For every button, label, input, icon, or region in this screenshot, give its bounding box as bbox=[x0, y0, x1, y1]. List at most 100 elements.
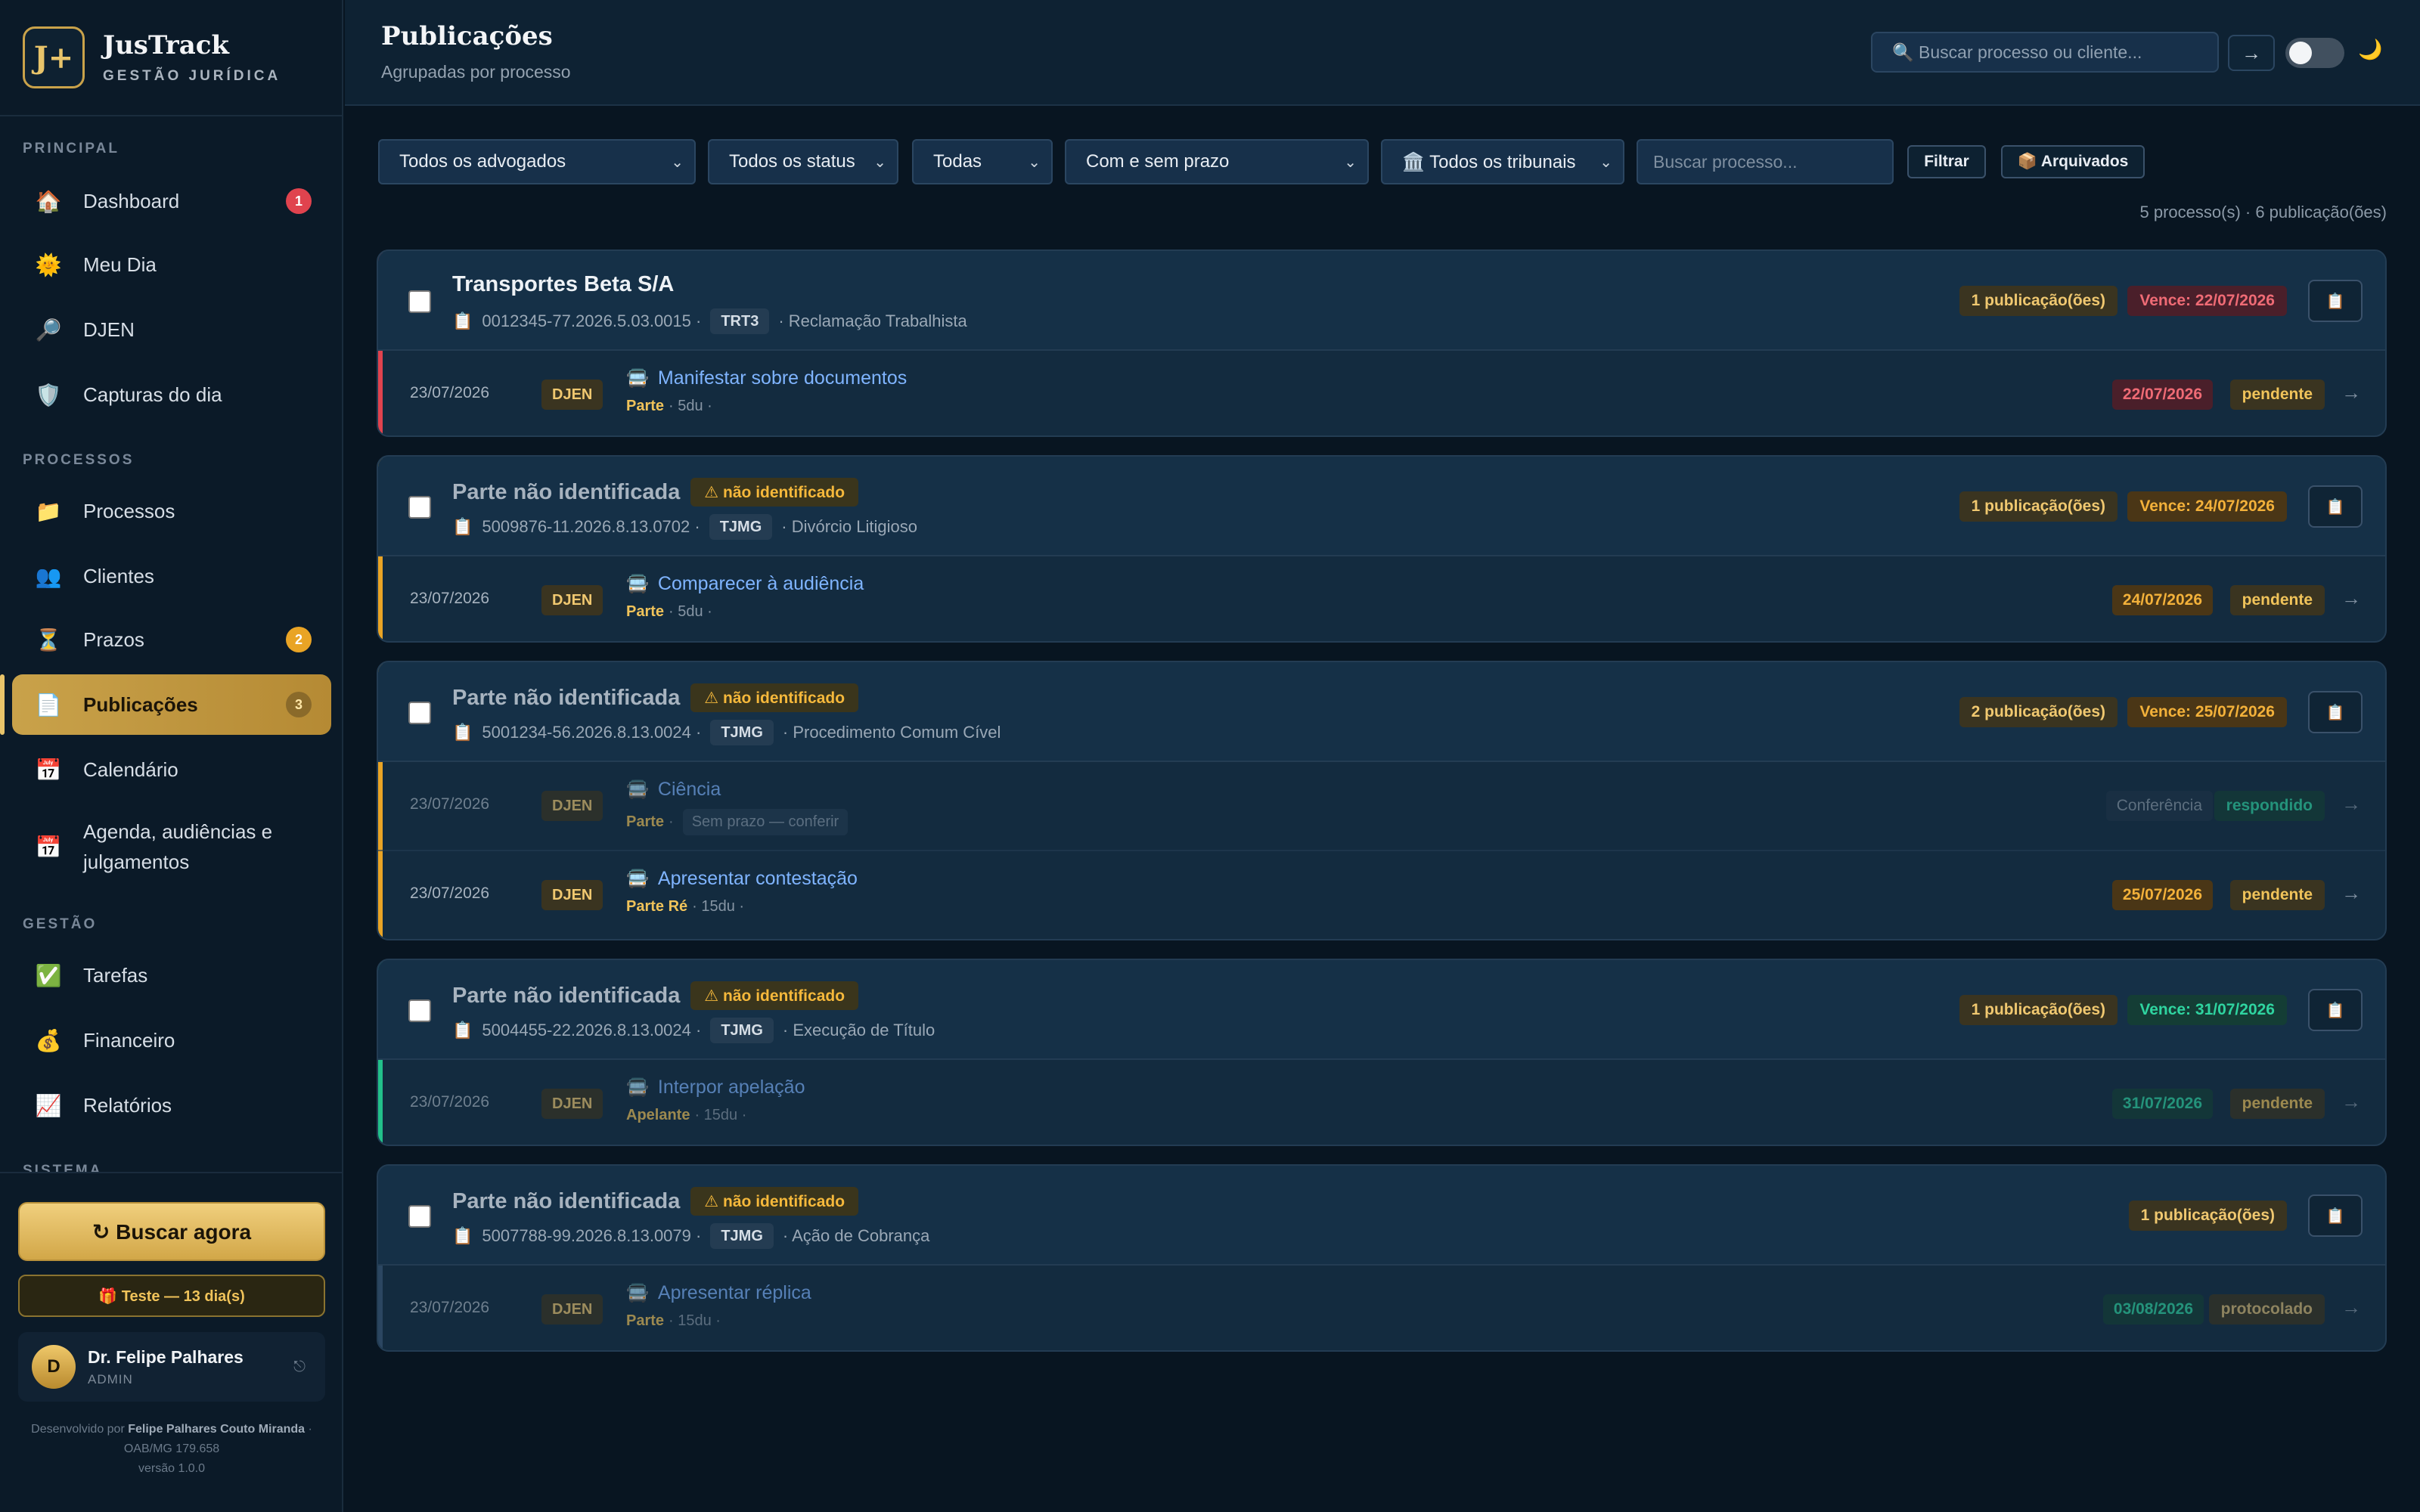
process-number[interactable]: 5001234-56.2026.8.13.0024 · bbox=[482, 723, 701, 742]
arrow-right-icon[interactable]: → bbox=[2341, 1090, 2361, 1114]
clipboard-button[interactable]: 📋 bbox=[2308, 280, 2363, 322]
action-label: Manifestar sobre documentos bbox=[657, 367, 908, 389]
tipo-select[interactable]: Todas ⌄ bbox=[912, 139, 1053, 184]
arrow-right-icon[interactable]: → bbox=[2341, 792, 2361, 816]
notification-badge: 3 bbox=[286, 692, 312, 717]
select-checkbox[interactable] bbox=[408, 496, 431, 519]
process-number[interactable]: 5007788-99.2026.8.13.0079 · bbox=[482, 1226, 701, 1246]
global-search-input[interactable]: 🔍 Buscar processo ou cliente... bbox=[1871, 32, 2219, 73]
sidebar-item-processos[interactable]: 📁 Processos bbox=[12, 481, 331, 541]
bus-icon: 🚍 bbox=[626, 368, 649, 389]
source-badge: DJEN bbox=[541, 585, 603, 615]
action-link[interactable]: 🚍 Ciência bbox=[626, 779, 721, 801]
role-label: Apelante bbox=[626, 1107, 690, 1123]
source-badge: DJEN bbox=[541, 1089, 603, 1119]
conference-badge: Conferência bbox=[2105, 791, 2213, 821]
publication-count-badge: 2 publicação(ões) bbox=[1959, 697, 2118, 727]
arrow-right-icon[interactable]: → bbox=[2341, 587, 2361, 610]
chevron-down-icon: ⌄ bbox=[873, 153, 886, 171]
sidebar-item-publicacoes[interactable]: 📄 Publicações 3 bbox=[0, 674, 331, 735]
action-link[interactable]: 🚍 Apresentar contestação bbox=[626, 868, 858, 890]
deadline-days: · 15du · bbox=[692, 898, 745, 915]
publication-date: 23/07/2026 bbox=[410, 885, 490, 902]
publication-row[interactable]: 23/07/2026 DJEN 🚍 Apresentar réplica Part… bbox=[378, 1266, 2385, 1350]
publication-count-badge: 1 publicação(ões) bbox=[1959, 995, 2118, 1025]
publication-row[interactable]: 23/07/2026 DJEN 🚍 Interpor apelação Apela… bbox=[378, 1060, 2385, 1145]
sidebar-item-agenda[interactable]: 📅 Agenda, audiências e julgamentos bbox=[12, 815, 331, 878]
search-go-button[interactable]: → bbox=[2228, 35, 2275, 71]
arrow-right-icon[interactable]: → bbox=[2341, 1296, 2361, 1319]
prazo-select[interactable]: Com e sem prazo ⌄ bbox=[1065, 139, 1369, 184]
buscar-agora-button[interactable]: ↻ Buscar agora bbox=[18, 1202, 325, 1261]
process-number[interactable]: 5004455-22.2026.8.13.0024 · bbox=[482, 1021, 701, 1040]
sidebar-item-label: Capturas do dia bbox=[83, 383, 222, 406]
notification-badge: 2 bbox=[286, 627, 312, 652]
filtrar-button[interactable]: Filtrar bbox=[1907, 145, 1986, 178]
magnifier-icon: 🔎 bbox=[35, 318, 62, 342]
action-label: Apresentar réplica bbox=[657, 1282, 811, 1303]
due-date-badge: 31/07/2026 bbox=[2111, 1089, 2213, 1119]
process-type: · Reclamação Trabalhista bbox=[778, 311, 967, 330]
advogado-select[interactable]: Todos os advogados ⌄ bbox=[378, 139, 696, 184]
tribunal-badge: TJMG bbox=[710, 720, 774, 745]
arrow-right-icon[interactable]: → bbox=[2341, 881, 2361, 905]
user-name: Dr. Felipe Palhares bbox=[88, 1346, 244, 1367]
sidebar-item-prazos[interactable]: ⏳ Prazos 2 bbox=[12, 609, 331, 670]
tribunal-select[interactable]: 🏛️ Todos os tribunais ⌄ bbox=[1381, 139, 1624, 184]
status-select[interactable]: Todos os status ⌄ bbox=[708, 139, 898, 184]
select-checkbox[interactable] bbox=[408, 999, 431, 1022]
sidebar-item-clientes[interactable]: 👥 Clientes bbox=[12, 546, 331, 606]
clipboard-button[interactable]: 📋 bbox=[2308, 691, 2363, 733]
sidebar-item-label: Prazos bbox=[83, 627, 144, 651]
sidebar-item-label: Dashboard bbox=[83, 189, 180, 212]
sidebar-item-financeiro[interactable]: 💰 Financeiro bbox=[12, 1010, 331, 1070]
process-info: 📋 0012345-77.2026.5.03.0015 · TRT3 · Reclam… bbox=[452, 308, 967, 334]
theme-toggle[interactable] bbox=[2285, 38, 2344, 68]
process-group: Parte não identificada ⚠ não identificado… bbox=[377, 1164, 2387, 1352]
sidebar-item-relatorios[interactable]: 📈 Relatórios bbox=[12, 1075, 331, 1136]
publication-row[interactable]: 23/07/2026 DJEN 🚍 Manifestar sobre docume… bbox=[378, 351, 2385, 435]
action-label: Ciência bbox=[657, 779, 721, 800]
sidebar-item-calendario[interactable]: 📅 Calendário bbox=[12, 739, 331, 800]
arrow-right-icon[interactable]: → bbox=[2341, 381, 2361, 404]
row-meta: Parte Ré · 15du · bbox=[626, 898, 744, 916]
action-link[interactable]: 🚍 Manifestar sobre documentos bbox=[626, 367, 907, 389]
select-checkbox[interactable] bbox=[408, 290, 431, 313]
brand-subtitle: GESTÃO JURÍDICA bbox=[103, 68, 281, 84]
sidebar-item-tarefas[interactable]: ✅ Tarefas bbox=[12, 945, 331, 1005]
select-value: 🏛️ Todos os tribunais bbox=[1402, 151, 1576, 172]
user-card[interactable]: D Dr. Felipe Palhares ADMIN ⎋ bbox=[18, 1332, 325, 1402]
sidebar-item-dashboard[interactable]: 🏠 Dashboard 1 bbox=[12, 171, 331, 231]
section-processos: PROCESSOS bbox=[23, 452, 135, 468]
group-header: Parte não identificada ⚠ não identificado… bbox=[378, 662, 2385, 762]
clipboard-button[interactable]: 📋 bbox=[2308, 989, 2363, 1031]
sidebar-item-djen[interactable]: 🔎 DJEN bbox=[12, 299, 331, 360]
trial-badge[interactable]: 🎁 Teste — 13 dia(s) bbox=[18, 1275, 325, 1317]
process-type: · Execução de Título bbox=[782, 1021, 935, 1040]
publication-row[interactable]: 23/07/2026 DJEN 🚍 Comparecer à audiência … bbox=[378, 556, 2385, 641]
process-number[interactable]: 0012345-77.2026.5.03.0015 · bbox=[482, 311, 701, 331]
sun-icon: 🌞 bbox=[35, 253, 62, 277]
action-link[interactable]: 🚍 Apresentar réplica bbox=[626, 1282, 811, 1304]
publication-row[interactable]: 23/07/2026 DJEN 🚍 Apresentar contestação … bbox=[378, 851, 2385, 939]
arquivados-button[interactable]: 📦 Arquivados bbox=[2001, 145, 2145, 178]
sidebar-item-meu-dia[interactable]: 🌞 Meu Dia bbox=[12, 234, 331, 295]
action-link[interactable]: 🚍 Comparecer à audiência bbox=[626, 573, 864, 595]
sidebar-item-capturas[interactable]: 🛡️ Capturas do dia bbox=[12, 364, 331, 425]
deadline-days: · 15du · bbox=[694, 1107, 747, 1123]
clipboard-icon: 📋 bbox=[452, 1021, 473, 1040]
group-header: Parte não identificada ⚠ não identificado… bbox=[378, 1166, 2385, 1266]
process-info: 📋 5009876-11.2026.8.13.0702 · TJMG · Divórc… bbox=[452, 514, 917, 540]
action-link[interactable]: 🚍 Interpor apelação bbox=[626, 1077, 805, 1098]
no-deadline-tag: Sem prazo — conferir bbox=[682, 809, 849, 835]
logout-icon[interactable]: ⎋ bbox=[293, 1359, 306, 1376]
warning-badge: ⚠ não identificado bbox=[690, 981, 859, 1010]
process-search-input[interactable]: Buscar processo... bbox=[1637, 139, 1894, 184]
select-checkbox[interactable] bbox=[408, 1205, 431, 1228]
publication-row[interactable]: 23/07/2026 DJEN 🚍 Ciência Parte · Sem prazo… bbox=[378, 762, 2385, 851]
clipboard-button[interactable]: 📋 bbox=[2308, 485, 2363, 528]
select-checkbox[interactable] bbox=[408, 702, 431, 724]
warning-badge: ⚠ não identificado bbox=[690, 478, 859, 507]
process-number[interactable]: 5009876-11.2026.8.13.0702 · bbox=[482, 517, 700, 537]
clipboard-button[interactable]: 📋 bbox=[2308, 1194, 2363, 1237]
